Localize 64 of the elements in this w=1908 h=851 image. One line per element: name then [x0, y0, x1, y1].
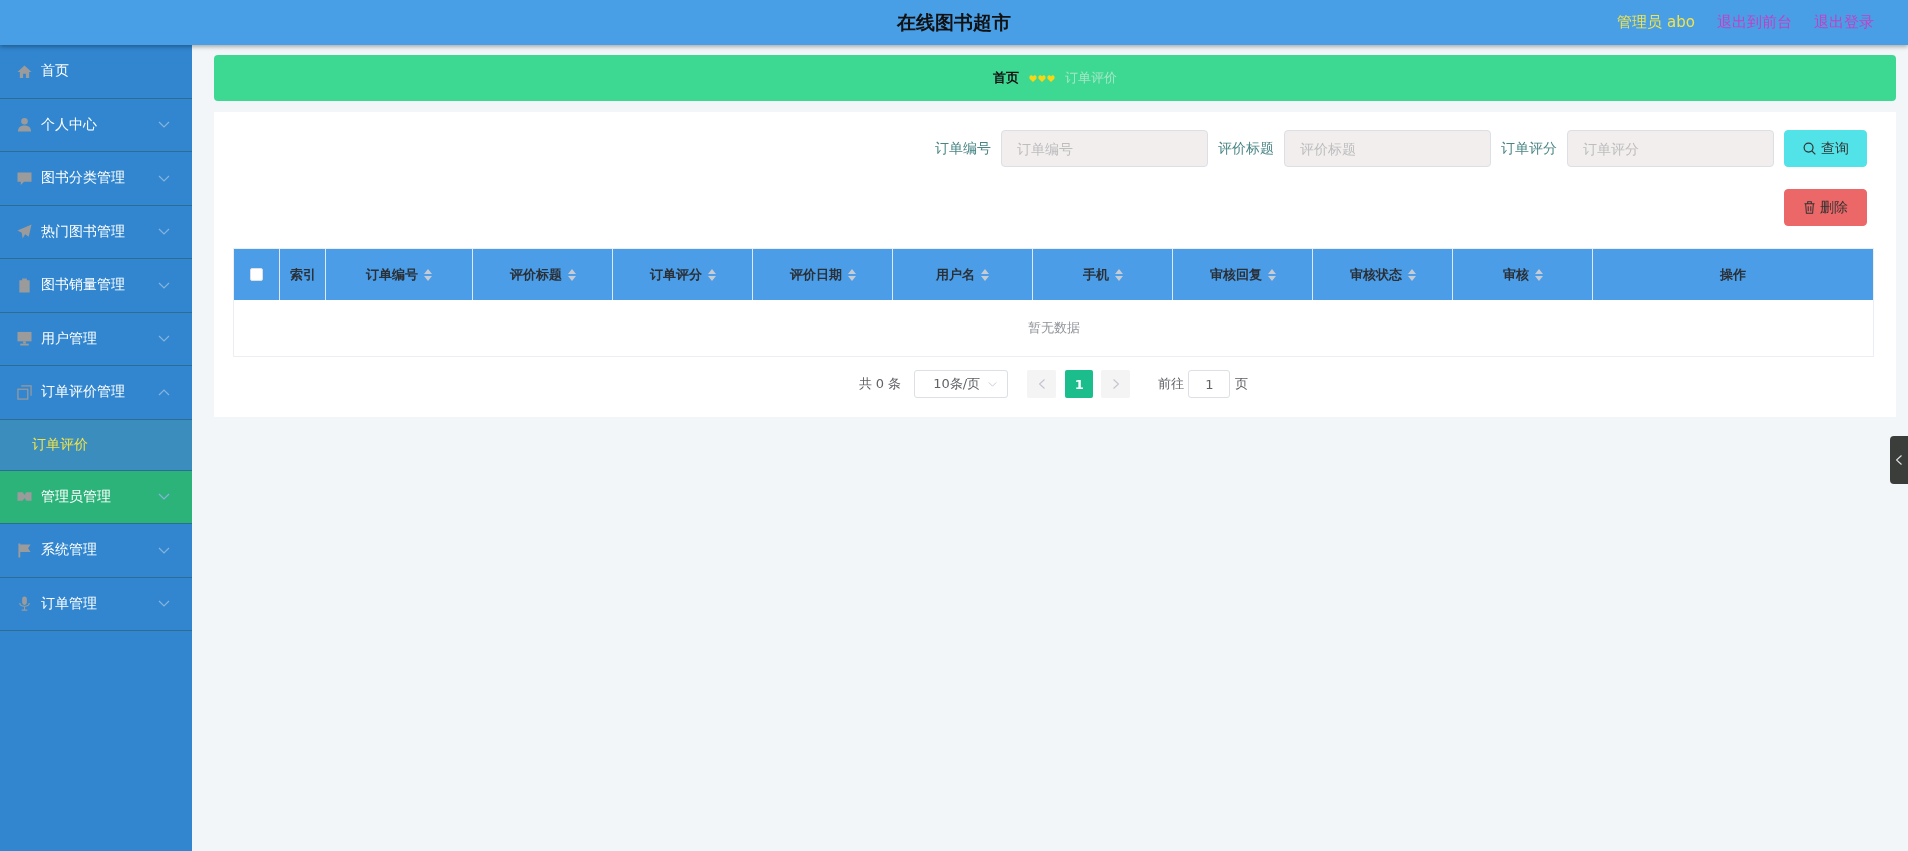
column-header[interactable]: 审核状态	[1349, 265, 1416, 284]
search-icon	[1802, 142, 1816, 155]
breadcrumb-link[interactable]: 首页	[993, 69, 1019, 87]
empty-message: 暂无数据	[1027, 319, 1080, 337]
select-all-checkbox[interactable]	[250, 268, 263, 281]
sort-icon[interactable]	[424, 268, 432, 281]
page-button[interactable]: 1	[1065, 370, 1094, 398]
sort-icon[interactable]	[1534, 268, 1543, 281]
app-title: 在线图书超市	[897, 9, 1011, 35]
sort-icon[interactable]	[1407, 268, 1416, 281]
sidebar-item[interactable]: 个人中心	[0, 98, 192, 152]
sidebar-item[interactable]: 图书分类管理	[0, 152, 192, 206]
chevron-down-icon	[988, 381, 998, 387]
sort-icon[interactable]	[847, 268, 856, 281]
sort-icon[interactable]	[567, 268, 576, 281]
search-button[interactable]: 查询	[1784, 130, 1867, 167]
field-label: 订单评分	[1501, 139, 1557, 158]
user-icon	[17, 117, 32, 133]
chevron-left-icon	[1038, 379, 1045, 389]
copy-icon	[17, 384, 32, 400]
flag-icon	[17, 542, 32, 558]
column-header[interactable]: 手机	[1082, 265, 1123, 284]
clipboard-icon	[17, 277, 32, 293]
sort-icon[interactable]	[981, 268, 989, 281]
field-label: 评价标题	[1218, 139, 1274, 158]
column-header[interactable]: 评价标题	[509, 265, 576, 284]
sidebar-item[interactable]: 管理员管理	[0, 470, 192, 524]
column-header: 操作	[1720, 265, 1746, 284]
microphone-icon	[17, 596, 32, 612]
delete-button[interactable]: 删除	[1784, 189, 1867, 226]
side-panel-handle[interactable]	[1890, 436, 1908, 484]
page-size-select[interactable]: 10条/页	[914, 370, 1009, 398]
pagination-total: 共 0 条	[858, 375, 902, 393]
column-header[interactable]: 订单评分	[649, 265, 716, 284]
home-icon	[17, 63, 32, 79]
chevron-right-icon	[1112, 379, 1119, 389]
breadcrumb-current: 订单评价	[1065, 69, 1117, 87]
chevron-left-icon	[1896, 455, 1902, 465]
sort-icon[interactable]	[1114, 268, 1123, 281]
monitor-icon	[17, 331, 32, 347]
admin-user-label: 管理员 abo	[1617, 13, 1695, 32]
column-header[interactable]: 评价日期	[789, 265, 856, 284]
goto-page-input[interactable]: 1	[1188, 370, 1231, 398]
sort-icon[interactable]	[707, 268, 716, 281]
sidebar-item[interactable]: 用户管理	[0, 312, 192, 366]
sidebar-item[interactable]: 订单评价管理	[0, 366, 192, 420]
sidebar-subitem[interactable]: 订单评价	[0, 419, 192, 471]
sidebar-item[interactable]: 订单管理	[0, 577, 192, 631]
sort-icon[interactable]	[1267, 268, 1276, 281]
sidebar-item[interactable]: 图书销量管理	[0, 259, 192, 313]
column-header: 索引	[289, 265, 316, 284]
goto-label: 前往	[1158, 375, 1185, 393]
column-header[interactable]: 审核	[1502, 265, 1543, 284]
sidebar-item[interactable]: 热门图书管理	[0, 205, 192, 259]
sidebar-item[interactable]: 系统管理	[0, 524, 192, 578]
column-header[interactable]: 用户名	[936, 265, 989, 284]
sidebar-item[interactable]: 首页	[0, 45, 192, 99]
field-label: 订单编号	[935, 139, 991, 158]
goto-suffix: 页	[1235, 375, 1249, 393]
column-header[interactable]: 审核回复	[1209, 265, 1276, 284]
chat-bubble-icon	[17, 170, 32, 186]
column-header[interactable]: 订单编号	[366, 265, 432, 284]
trash-icon	[1803, 201, 1815, 214]
paper-plane-icon	[17, 224, 32, 240]
